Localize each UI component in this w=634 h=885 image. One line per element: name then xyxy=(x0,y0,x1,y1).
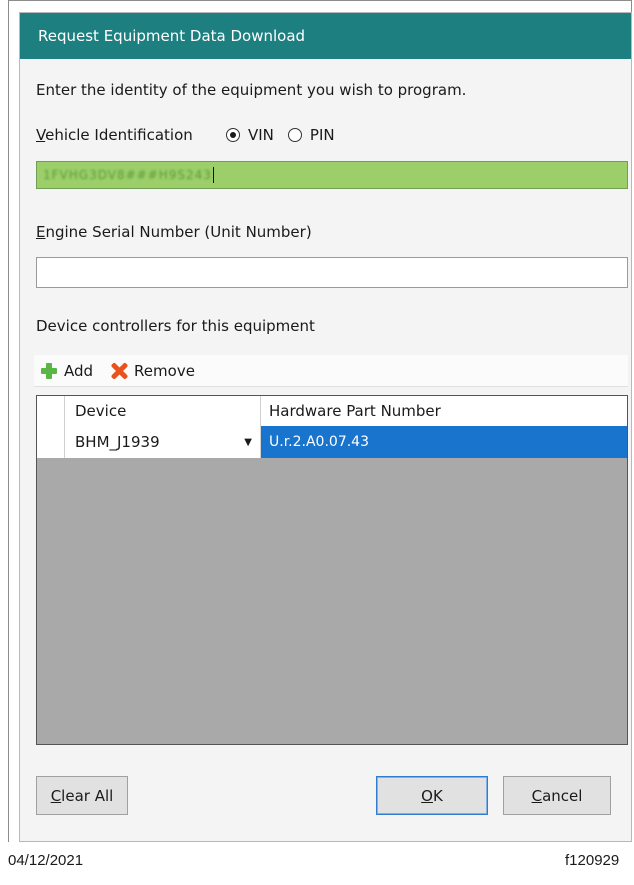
radio-vin-indicator[interactable] xyxy=(226,128,240,142)
dialog-title: Request Equipment Data Download xyxy=(20,13,631,59)
table-row[interactable]: BHM_J1939 ▼ U.r.2.A0.07.43 xyxy=(37,426,627,458)
controllers-toolbar: Add Remove xyxy=(34,355,628,387)
vehicle-identification-label-rest: ehicle Identification xyxy=(45,126,193,144)
radio-vin-label: VIN xyxy=(248,126,274,144)
engine-serial-input[interactable] xyxy=(36,257,628,288)
row-selector-cell[interactable] xyxy=(37,426,65,458)
device-value: BHM_J1939 xyxy=(75,433,160,451)
vehicle-identification-mnemonic: V xyxy=(36,126,46,144)
radio-pin[interactable]: PIN xyxy=(287,126,335,144)
vehicle-id-radio-group: VIN PIN xyxy=(226,125,349,145)
radio-vin[interactable]: VIN xyxy=(226,126,274,144)
clear-all-button[interactable]: Clear All xyxy=(36,776,128,815)
column-header-hardware-part-number[interactable]: Hardware Part Number xyxy=(261,396,627,426)
ok-mnemonic: O xyxy=(421,786,433,805)
vehicle-identification-label: Vehicle Identification xyxy=(36,126,193,144)
footer-date: 04/12/2021 xyxy=(8,852,84,869)
column-header-device[interactable]: Device xyxy=(65,396,261,426)
text-caret xyxy=(212,167,214,183)
device-controllers-label: Device controllers for this equipment xyxy=(36,317,315,335)
ok-button[interactable]: OK xyxy=(376,776,488,815)
engine-serial-label: Engine Serial Number (Unit Number) xyxy=(36,223,312,241)
cancel-label-rest: ancel xyxy=(542,786,583,805)
controllers-grid[interactable]: Device Hardware Part Number BHM_J1939 ▼ … xyxy=(36,395,628,745)
device-dropdown-cell[interactable]: BHM_J1939 ▼ xyxy=(65,426,261,458)
vin-value: 1FVHG3DV8###H9S243 xyxy=(43,168,212,182)
plus-icon xyxy=(40,362,58,380)
dropdown-arrow-icon[interactable]: ▼ xyxy=(244,426,252,458)
hardware-part-number-cell[interactable]: U.r.2.A0.07.43 xyxy=(261,426,627,458)
cancel-mnemonic: C xyxy=(531,786,543,805)
remove-button[interactable]: Remove xyxy=(109,361,195,381)
clear-all-label-rest: lear All xyxy=(61,786,114,805)
instruction-text: Enter the identity of the equipment you … xyxy=(36,81,467,99)
remove-x-icon xyxy=(109,361,129,381)
header-selector-cell xyxy=(37,396,65,426)
radio-pin-label: PIN xyxy=(309,126,335,144)
add-button[interactable]: Add xyxy=(40,362,93,380)
cancel-button[interactable]: Cancel xyxy=(503,776,611,815)
radio-pin-indicator[interactable] xyxy=(287,128,302,142)
engine-serial-label-rest: ngine Serial Number (Unit Number) xyxy=(45,223,312,241)
vin-input[interactable]: 1FVHG3DV8###H9S243 xyxy=(36,161,628,189)
remove-button-label: Remove xyxy=(134,361,195,380)
ok-label-rest: K xyxy=(432,786,443,805)
grid-header: Device Hardware Part Number xyxy=(37,396,627,427)
request-equipment-dialog: Request Equipment Data Download Enter th… xyxy=(19,12,632,842)
footer-figure-code: f120929 xyxy=(565,852,620,869)
add-button-label: Add xyxy=(64,361,94,380)
clear-all-mnemonic: C xyxy=(50,786,62,805)
